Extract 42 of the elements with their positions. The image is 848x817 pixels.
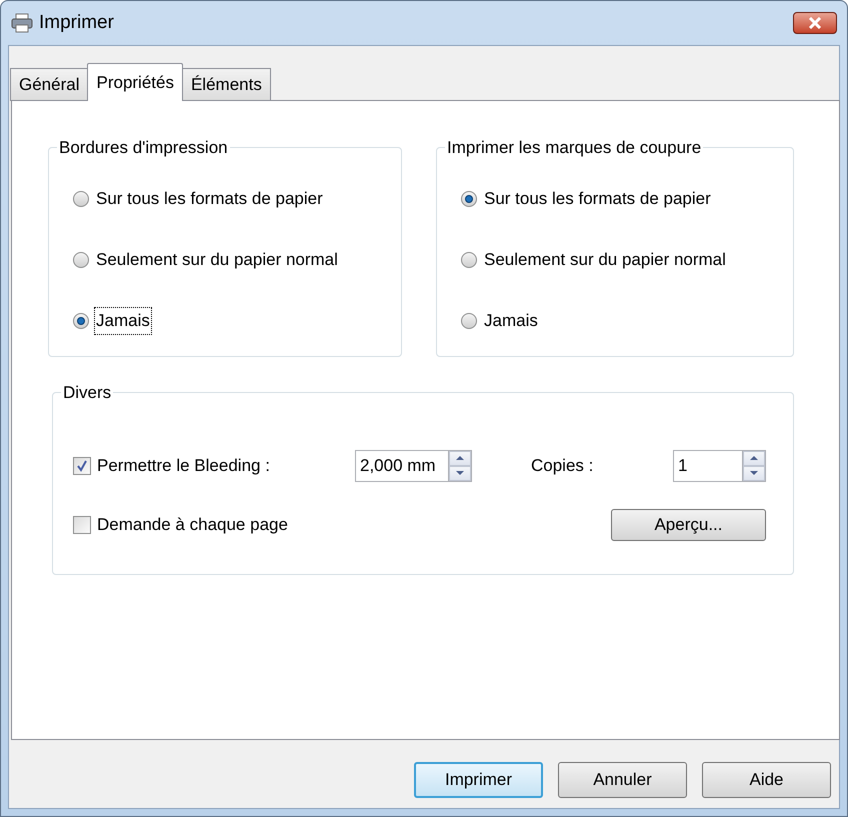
radio-button[interactable] [73,191,89,207]
radio-label[interactable]: Jamais [95,308,151,334]
radio-label[interactable]: Sur tous les formats de papier [483,186,712,212]
checkbox[interactable] [73,516,91,534]
spin-up-button[interactable] [743,450,765,466]
spin-down-button[interactable] [449,466,471,480]
up-arrow-icon [749,455,759,461]
down-arrow-icon [749,470,759,476]
close-button[interactable] [793,12,837,34]
down-arrow-icon [455,470,465,476]
close-icon [808,17,822,29]
radio-button[interactable] [461,252,477,268]
radio-label[interactable]: Seulement sur du papier normal [95,247,339,273]
checkmark-icon [76,460,88,472]
group-title: Imprimer les marques de coupure [446,137,702,159]
radio-button[interactable] [461,313,477,329]
radio-label[interactable]: Seulement sur du papier normal [483,247,727,273]
dialog-button[interactable]: Aide [702,762,831,798]
group-title: Bordures d'impression [58,137,229,159]
spin-down-button[interactable] [743,466,765,480]
tab[interactable]: Éléments [182,68,271,101]
up-arrow-icon [455,455,465,461]
printer-icon [11,13,33,33]
checkbox[interactable] [73,456,91,474]
radio-button[interactable] [73,313,89,329]
checkbox-label[interactable]: Permettre le Bleeding : [97,452,270,478]
copies-field[interactable]: 1 [673,450,742,482]
bleeding-field[interactable]: 2,000 mm [355,450,448,482]
checkbox-label[interactable]: Demande à chaque page [97,512,288,538]
spin-up-button[interactable] [449,450,471,466]
group-title: Divers [62,382,112,404]
radio-label[interactable]: Sur tous les formats de papier [95,186,324,212]
radio-label[interactable]: Jamais [483,308,539,334]
window-title: Imprimer [39,10,114,35]
tab[interactable]: Propriétés [87,63,183,101]
tab[interactable]: Général [10,68,88,101]
radio-button[interactable] [73,252,89,268]
field-label: Copies : [531,454,594,477]
dialog-button[interactable]: Annuler [558,762,687,798]
preview-button[interactable]: Aperçu... [611,508,766,540]
radio-button[interactable] [461,191,477,207]
dialog-button[interactable]: Imprimer [414,762,543,798]
